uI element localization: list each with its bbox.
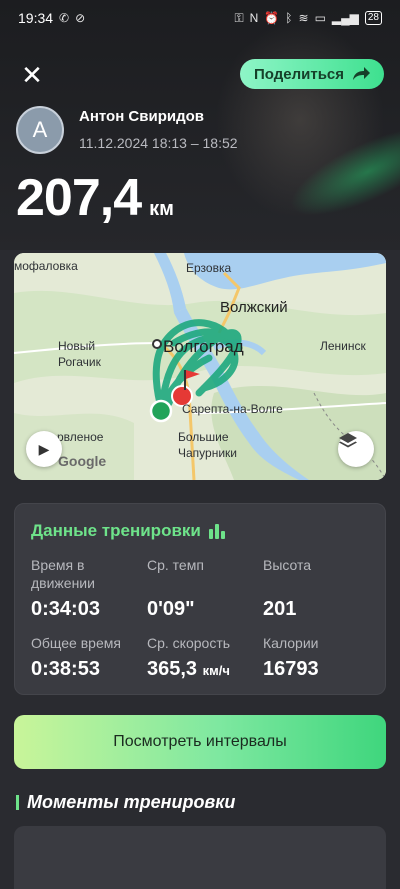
signal-icon: ▂▄▆ [331,11,359,25]
stat-label: Высота [263,557,312,573]
stat-value: 0'09" [147,598,257,621]
stat-label: Время в движении [31,557,95,591]
stat-value-text: 201 [263,598,297,620]
stat-value-text: 16793 [263,658,319,680]
stat-avg-speed: Ср. скорость 365,3 км/ч [147,634,263,681]
stat-value-text: 365,3 [147,658,198,680]
stat-value-text: 0:34:03 [31,598,100,620]
stat-value: 16793 [263,658,373,681]
view-intervals-button[interactable]: Посмотреть интервалы [14,715,386,769]
bluetooth-icon: ᛒ [285,11,293,25]
share-label: Поделиться [253,65,345,83]
stat-elevation: Высота 201 [263,556,373,621]
avatar-letter: A [32,117,48,142]
stat-value: 201 [263,598,373,621]
map-label-volzhsky: Волжский [220,299,288,316]
stat-label: Ср. темп [147,557,204,573]
workout-datetime: 11.12.2024 18:13 – 18:52 [79,135,238,151]
avatar[interactable]: A [16,106,64,154]
moments-heading: Моменты тренировки [16,792,235,813]
key-icon: ⚿ [234,10,244,25]
stat-label: Калории [263,635,319,651]
stats-title-text: Данные тренировки [31,521,201,540]
start-marker [149,399,173,423]
map-label-bolshie-2: Чапурники [178,446,237,460]
moments-title-text: Моменты тренировки [27,792,236,812]
stat-value: 365,3 км/ч [147,658,263,681]
nfc-icon: N [249,11,259,25]
map-layers-button[interactable] [338,431,374,467]
stat-value-text: 0'09" [147,598,195,620]
stat-total-time: Общее время 0:38:53 [31,634,147,681]
google-logo: Google [58,453,107,469]
stat-moving-time: Время в движении 0:34:03 [31,556,141,621]
map-label-novy-2: Рогачик [58,355,101,369]
map-label-mofalovka: мофаловка [14,259,78,273]
whatsapp-icon: ✆ [59,11,70,25]
stat-label: Общее время [31,635,121,651]
workout-stats-card: Данные тренировки Время в движении 0:34:… [14,503,386,695]
stat-avg-pace: Ср. темп 0'09" [147,556,257,621]
layers-icon [339,433,357,448]
alarm-icon: ⏰ [264,11,280,25]
map-label-erzovka: Ерзовка [186,261,232,275]
stat-label: Ср. скорость [147,635,231,651]
moments-accent-bar [16,795,19,810]
moments-card [14,826,386,889]
link-icon: ⊘ [75,11,86,25]
close-icon: ✕ [21,60,43,90]
hero-green-streak [234,83,400,250]
share-button[interactable]: Поделиться [240,59,384,89]
bar-chart-icon [208,524,225,539]
distance-value: 207,4 [16,169,142,227]
distance-display: 207,4 км [16,168,174,228]
stat-value-text: 0:38:53 [31,658,100,680]
map-label-novy-1: Новый [58,339,96,353]
play-icon: ▶ [38,440,50,457]
stats-title: Данные тренировки [31,521,226,541]
wifi-icon: ≋ [298,11,309,25]
volte-icon: ▭ [314,11,326,25]
map-label-leninsk: Ленинск [320,339,366,353]
stat-calories: Калории 16793 [263,634,373,681]
battery-icon: 28 [364,11,382,25]
distance-unit: км [149,198,174,220]
close-button[interactable]: ✕ [16,60,48,92]
stat-value: 0:38:53 [31,658,147,681]
map-label-ovrazhnoe: рвленое [57,430,104,444]
share-arrow-icon [353,67,371,80]
map-label-sarepta: Сарепта-на-Волге [182,402,283,416]
stat-unit: км/ч [202,663,230,678]
status-bar: 19:34 ✆ ⊘ ⚿ N ⏰ ᛒ ≋ ▭ ▂▄▆ 28 [0,0,400,36]
route-play-button[interactable]: ▶ [26,431,62,467]
route-map[interactable]: Ерзовка мофаловка Волжский Новый Рогачик… [14,253,386,480]
stat-value: 0:34:03 [31,598,141,621]
map-label-volgograd: Волгоград [163,337,244,356]
map-label-bolshie-1: Большие [178,430,229,444]
user-name: Антон Свиридов [79,108,204,125]
status-time: 19:34 [18,10,54,26]
